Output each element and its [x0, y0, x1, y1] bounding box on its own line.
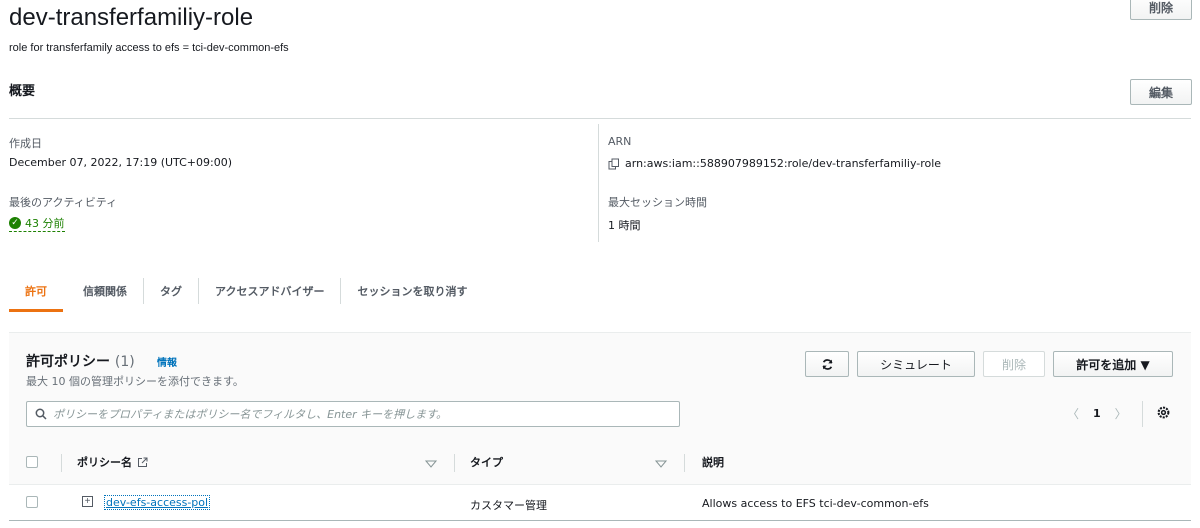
info-link[interactable]: 情報	[157, 354, 177, 369]
page-title: dev-transferfamiliy-role	[9, 4, 254, 31]
panel-title-text: 許可ポリシー	[26, 354, 110, 370]
external-link-icon	[137, 457, 148, 468]
column-separator	[454, 454, 455, 472]
policy-description: Allows access to EFS tci-dev-common-efs	[702, 497, 929, 510]
pager-divider	[1142, 401, 1143, 427]
current-page[interactable]: 1	[1093, 407, 1101, 420]
gear-icon[interactable]	[1156, 405, 1171, 423]
simulate-button[interactable]: シミュレート	[857, 351, 975, 377]
policy-count: (1)	[114, 354, 135, 370]
expand-row-icon[interactable]: +	[82, 496, 93, 507]
check-circle-icon: ✓	[9, 217, 21, 229]
refresh-icon	[821, 358, 834, 371]
policy-type: カスタマー管理	[470, 499, 547, 512]
max-session-value: 1 時間	[608, 219, 641, 232]
sort-caret-icon[interactable]	[424, 457, 438, 471]
created-label: 作成日	[9, 137, 42, 150]
column-separator	[684, 454, 685, 472]
delete-role-button[interactable]: 削除	[1130, 0, 1192, 20]
arn-label: ARN	[608, 135, 632, 148]
panel-subtitle: 最大 10 個の管理ポリシーを添付できます。	[26, 375, 244, 388]
summary-divider	[9, 118, 1191, 119]
sort-caret-icon[interactable]	[654, 457, 668, 471]
column-header-type[interactable]: タイプ	[470, 454, 503, 470]
column-divider	[598, 124, 599, 242]
max-session-label: 最大セッション時間	[608, 196, 707, 209]
policy-search-box	[26, 401, 680, 427]
table-header: ポリシー名 タイプ 説明	[9, 439, 1191, 485]
tab-access-advisor[interactable]: アクセスアドバイザー	[199, 270, 340, 312]
delete-policy-button[interactable]: 削除	[983, 351, 1045, 377]
copy-icon[interactable]	[608, 158, 620, 170]
role-description: role for transferfamily access to efs = …	[9, 42, 289, 54]
column-header-description: 説明	[702, 456, 724, 469]
created-value: December 07, 2022, 17:19 (UTC+09:00)	[9, 156, 233, 169]
column-separator	[61, 454, 62, 472]
previous-page-icon[interactable]: 〈	[1067, 405, 1079, 422]
panel-title: 許可ポリシー (1)	[26, 351, 135, 371]
table-row: + dev-efs-access-pol カスタマー管理 Allows acce…	[9, 485, 1191, 521]
refresh-button[interactable]	[805, 351, 849, 377]
add-permissions-button[interactable]: 許可を追加 ▼	[1053, 351, 1173, 377]
summary-title: 概要	[9, 84, 36, 99]
edit-button[interactable]: 編集	[1130, 79, 1192, 105]
policy-search-input[interactable]	[53, 407, 663, 421]
tab-revoke-sessions[interactable]: セッションを取り消す	[341, 270, 483, 312]
policy-name-link[interactable]: dev-efs-access-pol	[104, 495, 211, 510]
last-activity-link[interactable]: ✓ 43 分前	[9, 215, 65, 232]
arn-row: arn:aws:iam::588907989152:role/dev-trans…	[608, 157, 941, 170]
last-activity-label: 最後のアクティビティ	[9, 196, 118, 209]
select-all-checkbox[interactable]	[26, 456, 38, 468]
last-activity-value: 43 分前	[25, 217, 65, 230]
column-header-policy-name[interactable]: ポリシー名	[77, 454, 148, 470]
role-tabs: 許可 信頼関係 タグ アクセスアドバイザー セッションを取り消す	[9, 270, 483, 312]
column-header-policy-name-label: ポリシー名	[77, 456, 132, 469]
search-icon	[35, 408, 47, 420]
next-page-icon[interactable]: 〉	[1115, 405, 1127, 422]
row-checkbox[interactable]	[26, 496, 38, 508]
tab-tags[interactable]: タグ	[144, 270, 198, 312]
permissions-policies-panel: 許可ポリシー (1) 情報 最大 10 個の管理ポリシーを添付できます。 シミュ…	[9, 332, 1191, 528]
tab-permissions[interactable]: 許可	[9, 270, 63, 312]
pagination: 〈 1 〉	[1067, 405, 1127, 422]
arn-value: arn:aws:iam::588907989152:role/dev-trans…	[625, 157, 942, 170]
tab-trust-relationships[interactable]: 信頼関係	[67, 270, 143, 312]
